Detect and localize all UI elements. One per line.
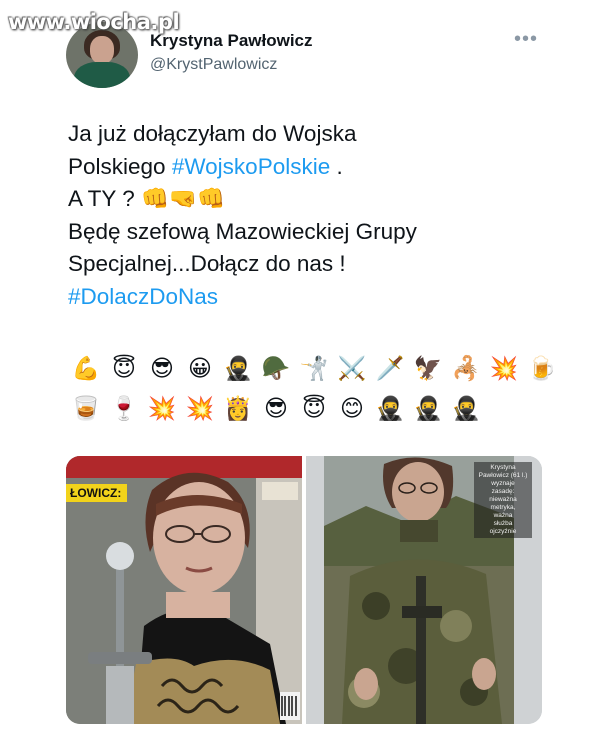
caption-line: ojczyźnie — [489, 528, 517, 535]
military-helmet-emoji: 🪖 — [261, 356, 291, 382]
hashtag-dolaczdonas[interactable]: #DolaczDoNas — [68, 284, 218, 309]
photo-magazine-cover[interactable]: ŁOWICZ: — [66, 456, 302, 724]
author-name[interactable]: Krystyna Pawłowicz — [150, 31, 313, 51]
ninja-emoji: 🥷 — [413, 396, 443, 422]
tweet-media[interactable]: ŁOWICZ: Krystyna Pawłowicz (61 l.) wyzna… — [66, 456, 542, 724]
scorpion-emoji: 🦂 — [451, 356, 481, 382]
smiling-face-emoji: 😊 — [340, 396, 364, 422]
fencer-emoji: 🤺 — [299, 356, 329, 382]
wine-glass-emoji: 🍷 — [109, 396, 139, 422]
tweet-line-2-text: Polskiego — [68, 153, 166, 179]
caption-line: służba — [493, 520, 513, 527]
hashtag-wojskopolskie[interactable]: #WojskoPolskie — [172, 154, 330, 179]
caption-line: nieważna — [489, 496, 517, 503]
emoji-row-2: 🥃 🍷 💥 💥 👸 😎 😇 😊 🥷 🥷 🥷 — [68, 392, 484, 426]
caption-line: metryka, — [490, 504, 516, 511]
caption-line: wyznaje — [491, 480, 515, 487]
tweet-line-6: #DolaczDoNas — [68, 281, 548, 314]
sunglasses-face-emoji: 😎 — [264, 396, 288, 422]
collision-emoji: 💥 — [185, 396, 215, 422]
crossed-swords-emoji: ⚔️ — [337, 356, 367, 382]
ninja-emoji: 🥷 — [223, 356, 253, 382]
tweet-line-2-suffix: . — [330, 153, 343, 179]
eagle-emoji: 🦅 — [413, 356, 443, 382]
caption-line: Pawłowicz (61 l.) — [478, 472, 528, 479]
magazine-name-tag: ŁOWICZ: — [66, 484, 128, 502]
photo-caption-box: Krystyna Pawłowicz (61 l.) wyznaje zasad… — [474, 462, 532, 538]
flexed-biceps-emoji: 💪 — [71, 356, 101, 382]
author-handle[interactable]: @KrystPawlowicz — [150, 56, 277, 74]
collision-emoji: 💥 — [147, 396, 177, 422]
dagger-emoji: 🗡️ — [375, 356, 405, 382]
ninja-emoji: 🥷 — [375, 396, 405, 422]
grinning-face-emoji: 😀 — [188, 356, 212, 382]
ninja-emoji: 🥷 — [451, 396, 481, 422]
emoji-row-1: 💪 😇 😎 😀 🥷 🪖 🤺 ⚔️ 🗡️ 🦅 🦂 💥 🍺 — [68, 352, 560, 386]
tweet-line-1: Ja już dołączyłam do Wojska — [68, 121, 357, 146]
tweet-line-3-text: A TY ? — [68, 186, 135, 211]
tweet-text: Ja już dołączyłam do Wojska Polskiego #W… — [68, 118, 548, 313]
avatar-body — [74, 62, 130, 88]
photo-military-uniform[interactable]: Krystyna Pawłowicz (61 l.) wyznaje zasad… — [306, 456, 542, 724]
tweet-line-5: Specjalnej...Dołącz do nas ! — [68, 251, 346, 276]
beer-mug-emoji: 🍺 — [527, 356, 557, 382]
tweet-line-4: Będę szefową Mazowieckiej Grupy — [68, 218, 417, 244]
tweet-line-3: A TY ? 👊🤜👊 — [68, 183, 548, 216]
fist-emoji-group: 👊🤜👊 — [141, 186, 226, 211]
more-options-icon[interactable]: ••• — [514, 28, 538, 51]
tweet-line-2: Polskiego #WojskoPolskie . — [68, 151, 548, 184]
sunglasses-face-emoji: 😎 — [150, 356, 174, 382]
caption-line: Krystyna — [490, 464, 516, 471]
avatar-face — [90, 36, 114, 64]
halo-face-emoji: 😇 — [302, 396, 326, 422]
princess-emoji: 👸 — [223, 396, 253, 422]
caption-line: ważna — [493, 512, 513, 519]
halo-face-emoji: 😇 — [112, 356, 136, 382]
caption-line: zasadę: — [491, 488, 515, 495]
collision-emoji: 💥 — [489, 356, 519, 382]
site-watermark: www.wiocha.pl — [8, 10, 180, 34]
tumbler-glass-emoji: 🥃 — [71, 396, 101, 422]
